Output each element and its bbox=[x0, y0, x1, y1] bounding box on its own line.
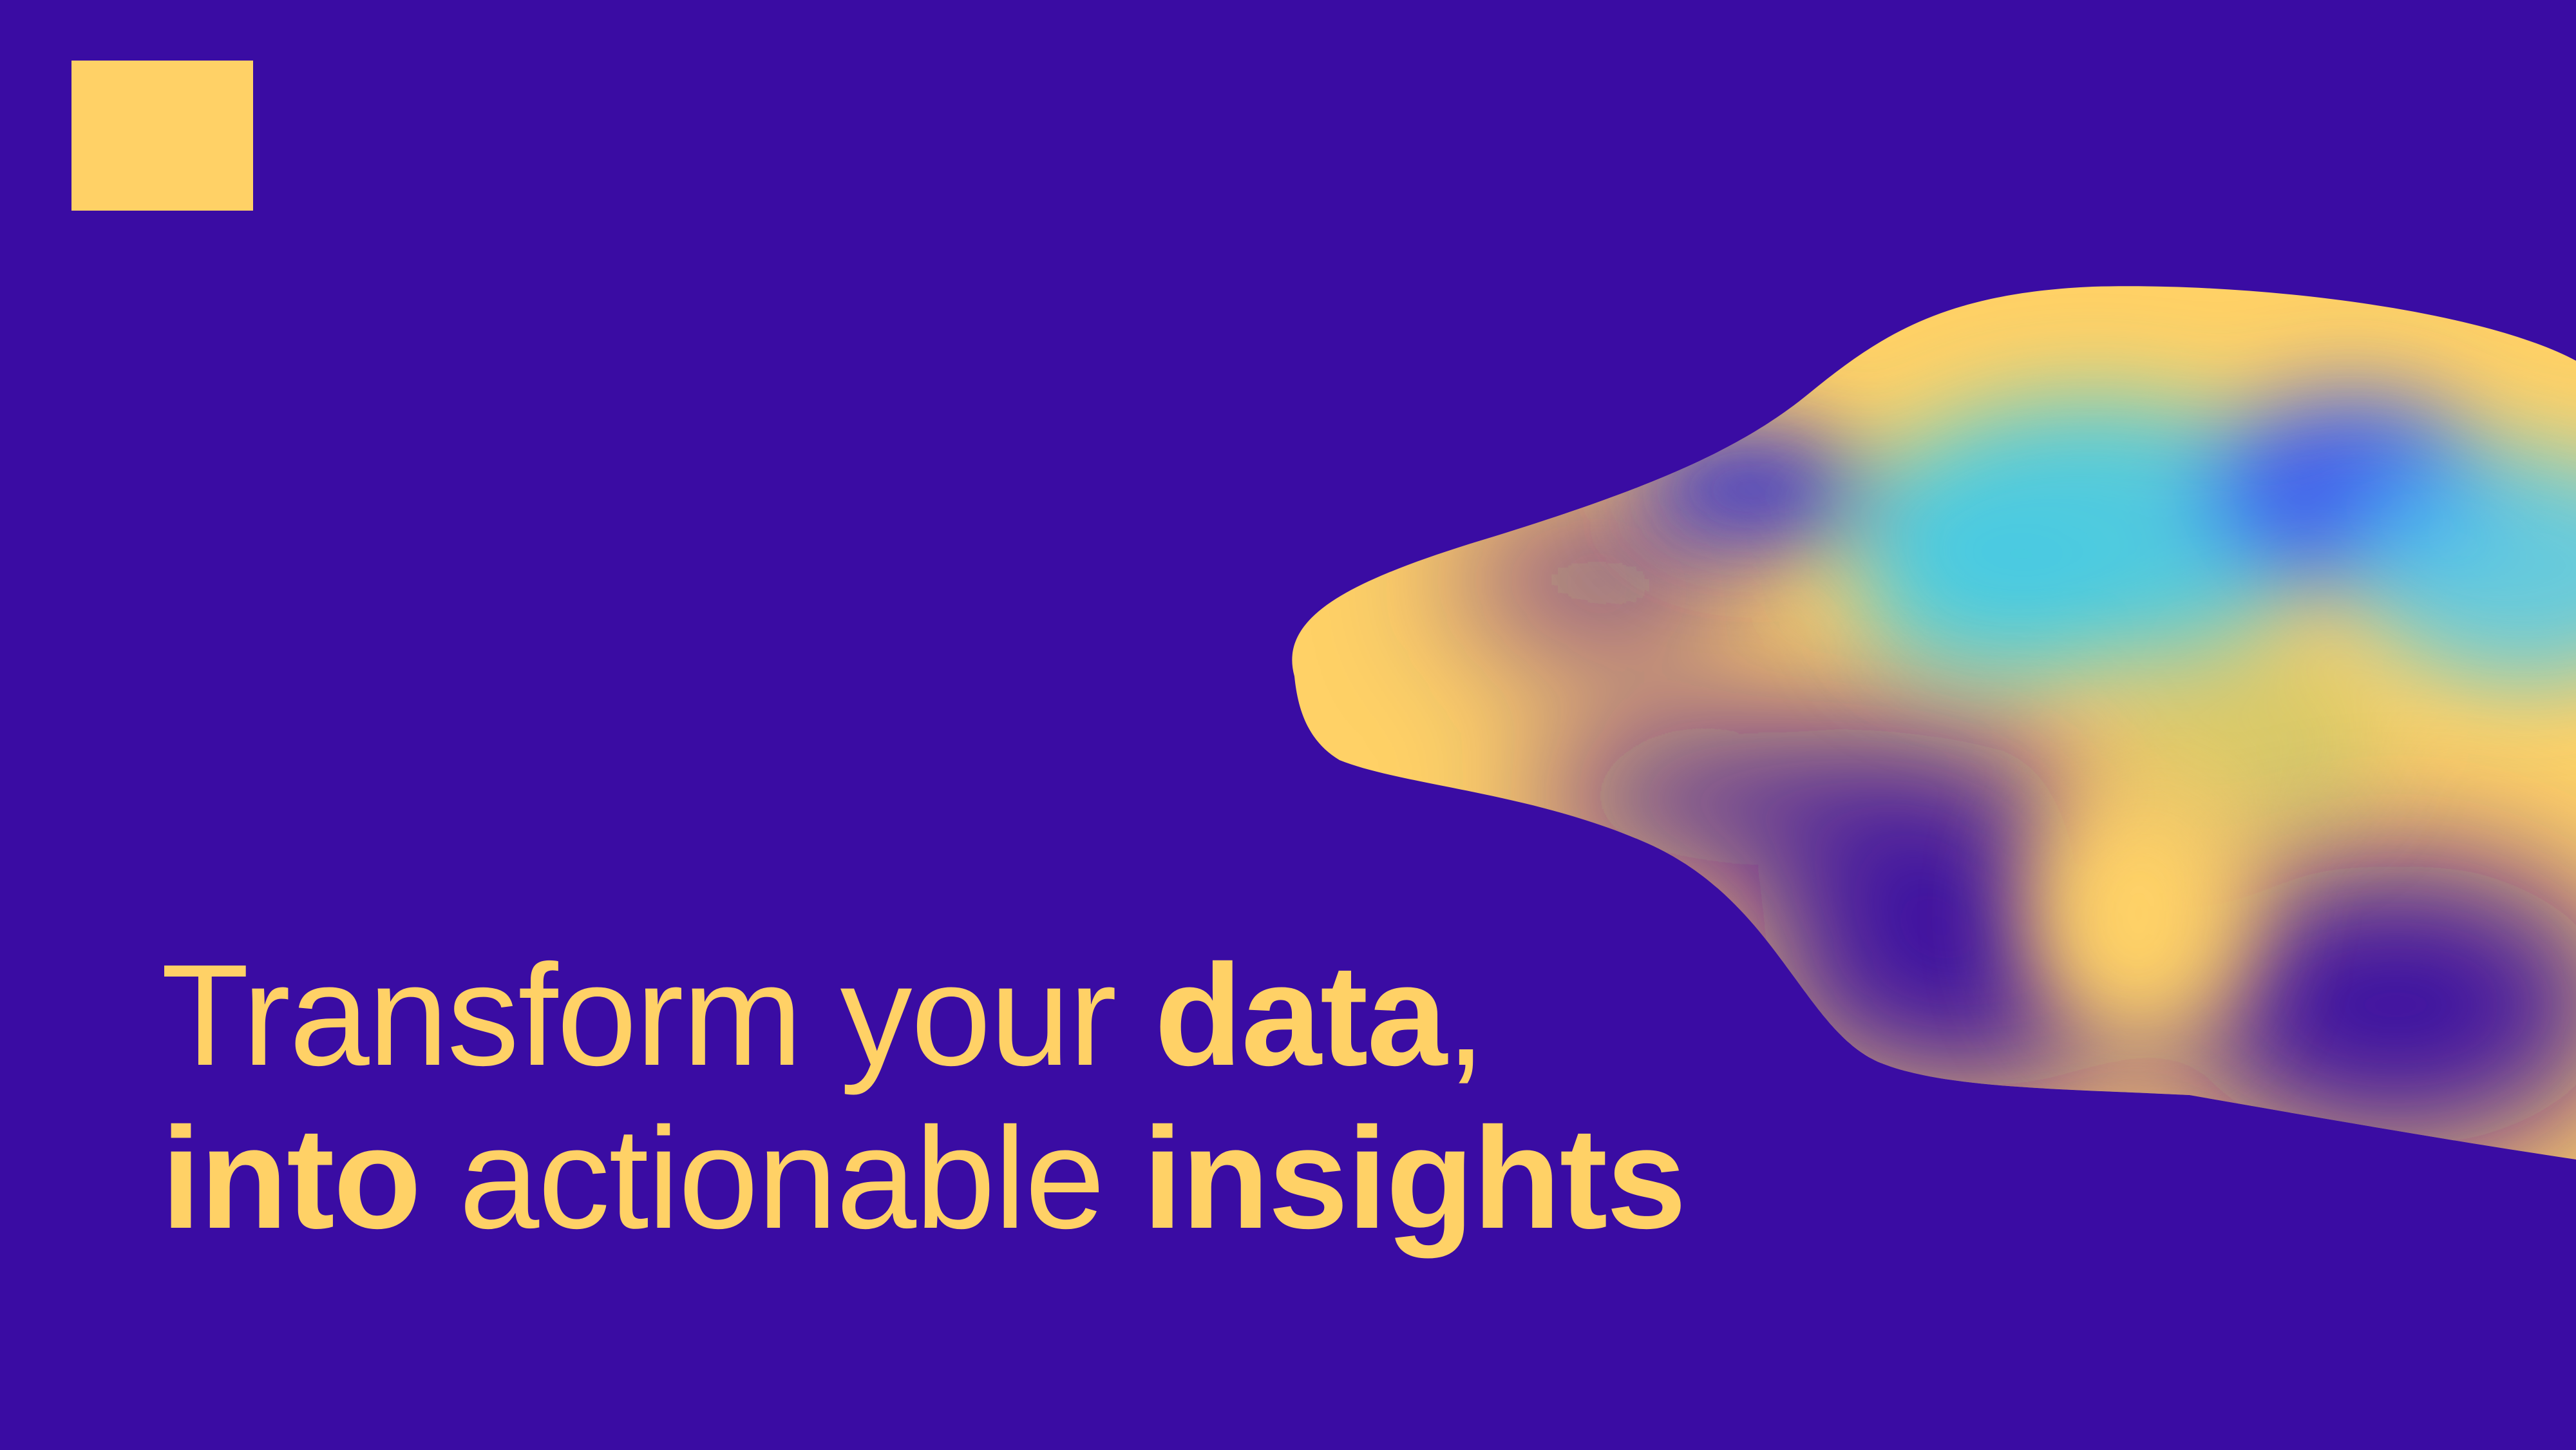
headline-line-1: Transform your data, bbox=[161, 934, 1685, 1097]
banner: Transform your data, into actionable ins… bbox=[0, 0, 2576, 1450]
headline-keyword-into: into bbox=[161, 1098, 421, 1259]
headline-keyword-insights: insights bbox=[1142, 1098, 1687, 1259]
headline: Transform your data, into actionable ins… bbox=[161, 934, 1687, 1260]
headline-keyword-data: data bbox=[1154, 935, 1447, 1096]
headline-line-2: into actionable insights bbox=[161, 1097, 1687, 1260]
headline-text-actionable: actionable bbox=[420, 1098, 1143, 1259]
headline-text-transform-your: Transform your bbox=[161, 935, 1155, 1096]
headline-comma: , bbox=[1446, 935, 1486, 1096]
